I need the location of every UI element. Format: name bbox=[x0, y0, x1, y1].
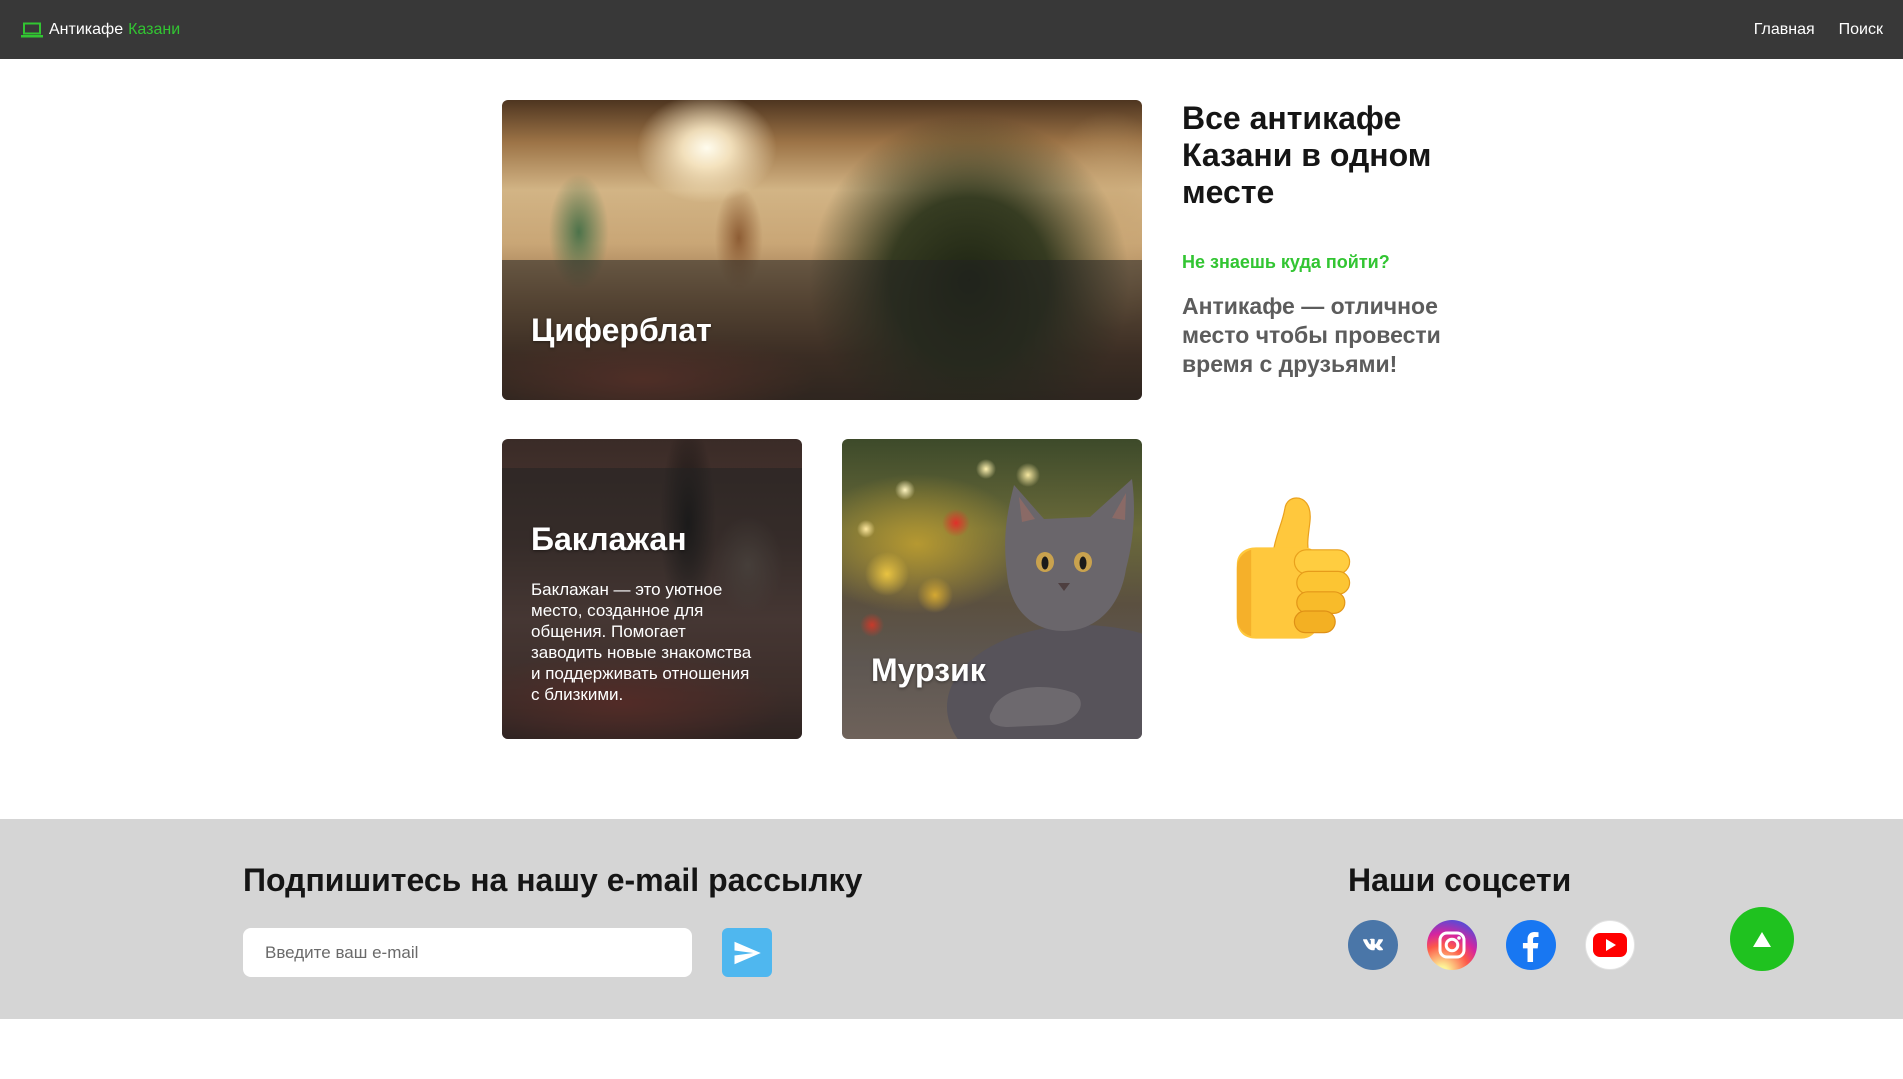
nav-link-home[interactable]: Главная bbox=[1754, 21, 1815, 39]
card-title: Циферблат bbox=[531, 312, 712, 348]
card-photo bbox=[842, 439, 1142, 739]
arrow-up-icon bbox=[1753, 931, 1771, 947]
intro-tagline: Не знаешь куда пойти? bbox=[1182, 252, 1390, 272]
subscribe-title: Подпишитесь на нашу e-mail рассылку bbox=[243, 862, 863, 898]
instagram-icon[interactable] bbox=[1427, 920, 1477, 970]
email-input[interactable] bbox=[243, 928, 692, 977]
laptop-icon bbox=[21, 22, 43, 38]
vk-icon[interactable] bbox=[1348, 920, 1398, 970]
facebook-icon[interactable] bbox=[1506, 920, 1556, 970]
cafe-card-murzik[interactable]: Мурзик bbox=[842, 439, 1142, 739]
cafe-card-baklazhan[interactable]: Баклажан Баклажан — это уютное место, со… bbox=[502, 439, 802, 739]
subscribe-send-button[interactable] bbox=[722, 928, 772, 977]
brand-city: Казани bbox=[128, 20, 181, 38]
youtube-icon[interactable] bbox=[1585, 920, 1635, 970]
nav-link-search[interactable]: Поиск bbox=[1839, 21, 1883, 39]
brand-name: Антикафе bbox=[49, 20, 124, 38]
cafe-card-tsiferblat[interactable]: Циферблат bbox=[502, 100, 1142, 400]
nav-links: Главная Поиск bbox=[1754, 0, 1883, 59]
card-description: Баклажан — это уютное место, созданное д… bbox=[531, 580, 752, 704]
card-title: Мурзик bbox=[871, 652, 986, 688]
page: Антикафе Казани Главная Поиск Циферблат … bbox=[0, 0, 1903, 1079]
intro-text: Антикафе — отличное место чтобы провести… bbox=[1182, 293, 1441, 377]
paper-plane-icon bbox=[732, 938, 762, 968]
navbar: Антикафе Казани Главная Поиск bbox=[0, 0, 1903, 59]
footer: Подпишитесь на нашу e-mail рассылку Наши… bbox=[0, 819, 1903, 1019]
social-links bbox=[1348, 920, 1635, 970]
scroll-to-top-button[interactable] bbox=[1730, 907, 1794, 971]
intro-heading: Все антикафе Казани в одном месте bbox=[1182, 100, 1432, 210]
social-title: Наши соцсети bbox=[1348, 862, 1572, 898]
thumbs-up-icon bbox=[1232, 497, 1352, 641]
brand-logo-link[interactable]: Антикафе Казани bbox=[21, 0, 180, 59]
card-title: Баклажан bbox=[531, 521, 687, 557]
